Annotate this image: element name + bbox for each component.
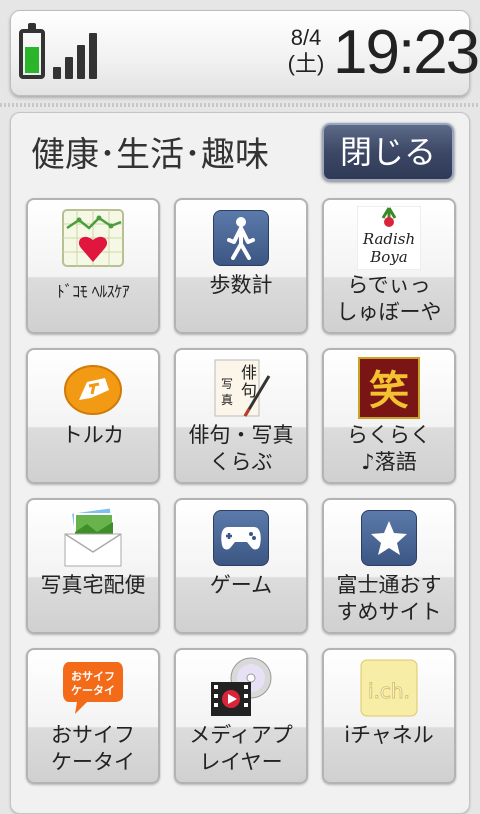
toruca-icon [61, 356, 125, 420]
app-folder-panel: 健康･生活･趣味 閉じる ﾄﾞｺﾓ ﾍﾙｽｹｱ 歩数計 Radish Boya … [10, 112, 470, 814]
date-text: 8/4 [290, 25, 322, 50]
svg-text:Boya: Boya [369, 248, 407, 266]
app-tile-rakugo[interactable]: 笑 らくらく ♪落語 [322, 348, 456, 484]
app-label: ゲーム [209, 573, 273, 597]
app-tile-radish-boya[interactable]: Radish Boya らでぃっ しゅぼーや [322, 198, 456, 334]
app-label: 俳句・写真 くらぶ [188, 423, 294, 474]
date-display: 8/4 (土) [286, 25, 326, 77]
health-chart-heart-icon [61, 206, 125, 270]
signal-strength-icon [53, 33, 97, 79]
app-tile-toruca[interactable]: トルカ [26, 348, 160, 484]
svg-text:真: 真 [221, 393, 233, 407]
rakugo-laugh-icon: 笑 [357, 356, 421, 420]
media-player-film-disc-icon [209, 656, 273, 720]
app-tile-pedometer[interactable]: 歩数計 [174, 198, 308, 334]
app-tile-ichannel[interactable]: i.ch. iチャネル [322, 648, 456, 784]
ichannel-icon: i.ch. [357, 656, 421, 720]
app-label: らくらく ♪落語 [347, 423, 431, 474]
game-controller-icon [209, 506, 273, 570]
svg-text:i.ch.: i.ch. [368, 679, 410, 703]
weekday-text: (土) [287, 51, 325, 76]
battery-icon [19, 23, 45, 79]
app-tile-media-player[interactable]: メディアプ レイヤー [174, 648, 308, 784]
svg-text:Radish: Radish [362, 230, 415, 248]
app-label: ﾄﾞｺﾓ ﾍﾙｽｹｱ [56, 282, 130, 301]
app-label: トルカ [61, 423, 125, 447]
divider [0, 103, 480, 107]
app-tile-haiku-photo-club[interactable]: 俳 句 写 真 俳句・写真 くらぶ [174, 348, 308, 484]
clock-time: 19:23 [333, 18, 480, 87]
radish-boya-logo-icon: Radish Boya [356, 205, 422, 271]
svg-text:俳: 俳 [241, 363, 257, 382]
svg-text:ケータイ: ケータイ [71, 684, 115, 697]
app-label: おサイフ ケータイ [51, 723, 135, 774]
app-label: 富士通おす すめサイト [336, 573, 442, 624]
status-bar: 8/4 (土) 19:23 [10, 10, 480, 96]
app-tile-docomo-healthcare[interactable]: ﾄﾞｺﾓ ﾍﾙｽｹｱ [26, 198, 160, 334]
osaifu-keitai-icon: おサイフ ケータイ [61, 656, 125, 720]
app-tile-fujitsu-recommended[interactable]: 富士通おす すめサイト [322, 498, 456, 634]
svg-text:おサイフ: おサイフ [71, 670, 115, 683]
app-tile-osaifu-keitai[interactable]: おサイフ ケータイ おサイフ ケータイ [26, 648, 160, 784]
svg-text:笑: 笑 [369, 367, 409, 414]
svg-text:写: 写 [221, 377, 233, 391]
page-title: 健康･生活･趣味 [31, 135, 269, 175]
star-icon [357, 506, 421, 570]
close-button[interactable]: 閉じる [322, 123, 454, 181]
app-tile-game[interactable]: ゲーム [174, 498, 308, 634]
app-tile-photo-delivery[interactable]: 写真宅配便 [26, 498, 160, 634]
app-label: 歩数計 [209, 273, 273, 297]
walking-person-icon [209, 206, 273, 270]
app-label: 写真宅配便 [40, 573, 146, 597]
haiku-brush-icon: 俳 句 写 真 [209, 356, 273, 420]
app-label: メディアプ レイヤー [189, 723, 293, 774]
photo-mail-envelope-icon [61, 506, 125, 570]
app-label: iチャネル [344, 723, 434, 747]
app-label: らでぃっ しゅぼーや [336, 273, 442, 324]
